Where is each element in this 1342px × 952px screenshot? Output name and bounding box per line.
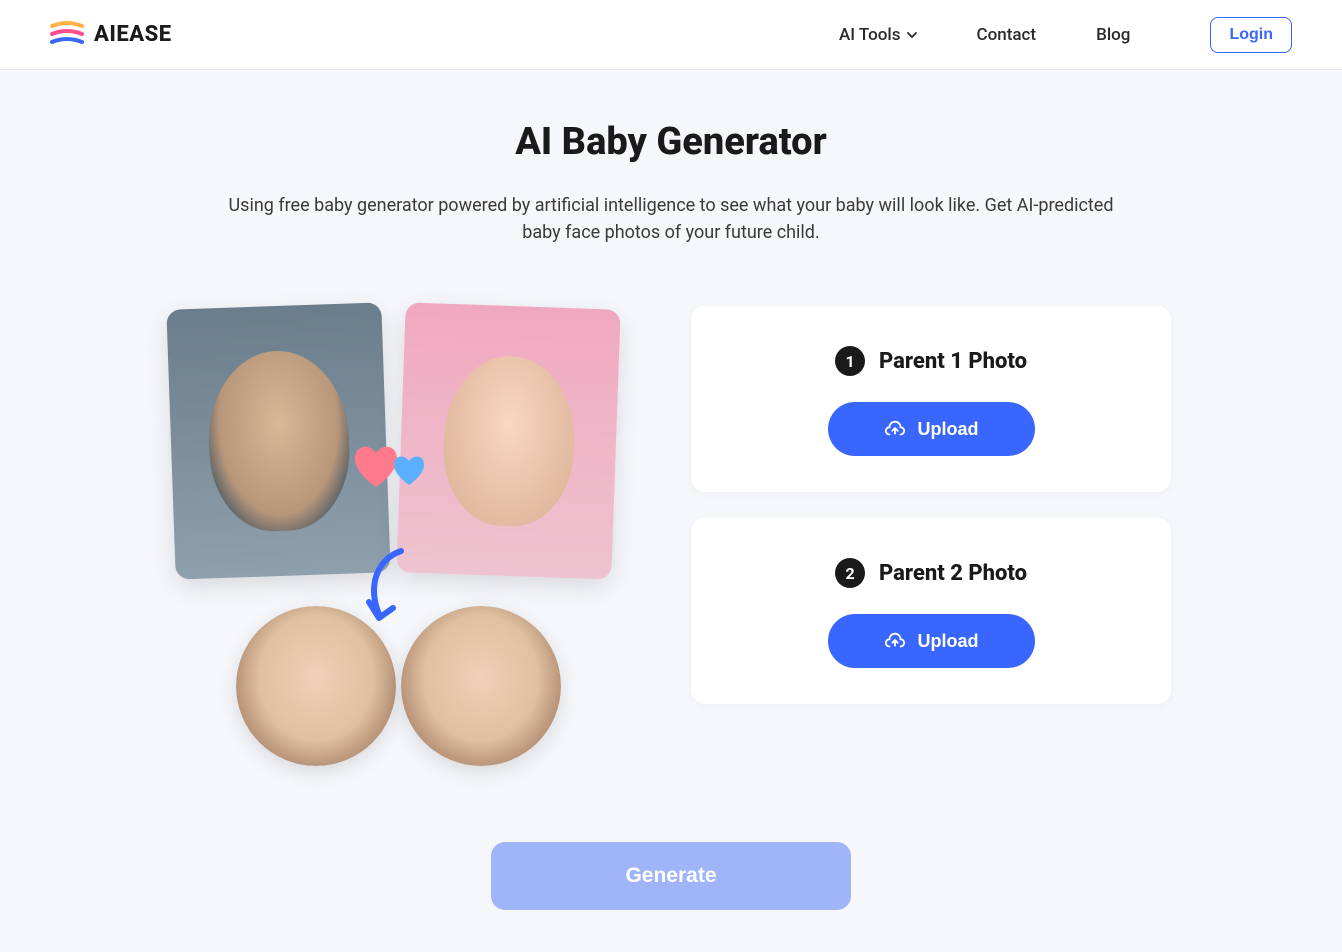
upload-label: Upload bbox=[918, 419, 979, 440]
upload-label: Upload bbox=[918, 631, 979, 652]
nav-item-contact[interactable]: Contact bbox=[977, 25, 1037, 45]
logo-icon bbox=[50, 21, 84, 49]
brand-name: AIEASE bbox=[94, 22, 172, 47]
step-badge: 2 bbox=[835, 558, 865, 588]
page-title: AI Baby Generator bbox=[515, 120, 827, 164]
login-button[interactable]: Login bbox=[1210, 17, 1292, 53]
card-header: 2 Parent 2 Photo bbox=[835, 558, 1027, 588]
preview-illustration bbox=[171, 306, 641, 796]
sample-child-1-image bbox=[236, 606, 396, 766]
nav-item-ai-tools[interactable]: AI Tools bbox=[839, 25, 917, 45]
parent-2-card: 2 Parent 2 Photo Upload bbox=[691, 518, 1171, 704]
arrow-down-icon bbox=[361, 546, 411, 626]
nav-label: AI Tools bbox=[839, 25, 901, 45]
generate-button[interactable]: Generate bbox=[491, 842, 851, 910]
card-title: Parent 2 Photo bbox=[879, 561, 1027, 586]
upload-cards: 1 Parent 1 Photo Upload 2 Parent 2 Photo bbox=[691, 306, 1171, 704]
chevron-down-icon bbox=[907, 30, 917, 40]
cloud-upload-icon bbox=[884, 630, 906, 652]
cloud-upload-icon bbox=[884, 418, 906, 440]
site-header: AIEASE AI Tools Contact Blog Login bbox=[0, 0, 1342, 70]
upload-parent-2-button[interactable]: Upload bbox=[828, 614, 1035, 668]
hearts-icon bbox=[351, 431, 441, 511]
nav-label: Blog bbox=[1096, 25, 1130, 45]
main-nav: AI Tools Contact Blog Login bbox=[839, 17, 1292, 53]
card-title: Parent 1 Photo bbox=[879, 349, 1027, 374]
upload-parent-1-button[interactable]: Upload bbox=[828, 402, 1035, 456]
main-content: AI Baby Generator Using free baby genera… bbox=[0, 70, 1342, 910]
card-header: 1 Parent 1 Photo bbox=[835, 346, 1027, 376]
content-row: 1 Parent 1 Photo Upload 2 Parent 2 Photo bbox=[171, 306, 1171, 796]
sample-child-2-image bbox=[401, 606, 561, 766]
step-badge: 1 bbox=[835, 346, 865, 376]
nav-label: Contact bbox=[977, 25, 1037, 45]
nav-item-blog[interactable]: Blog bbox=[1096, 25, 1130, 45]
page-subtitle: Using free baby generator powered by art… bbox=[211, 192, 1131, 246]
parent-1-card: 1 Parent 1 Photo Upload bbox=[691, 306, 1171, 492]
brand-logo[interactable]: AIEASE bbox=[50, 21, 172, 49]
